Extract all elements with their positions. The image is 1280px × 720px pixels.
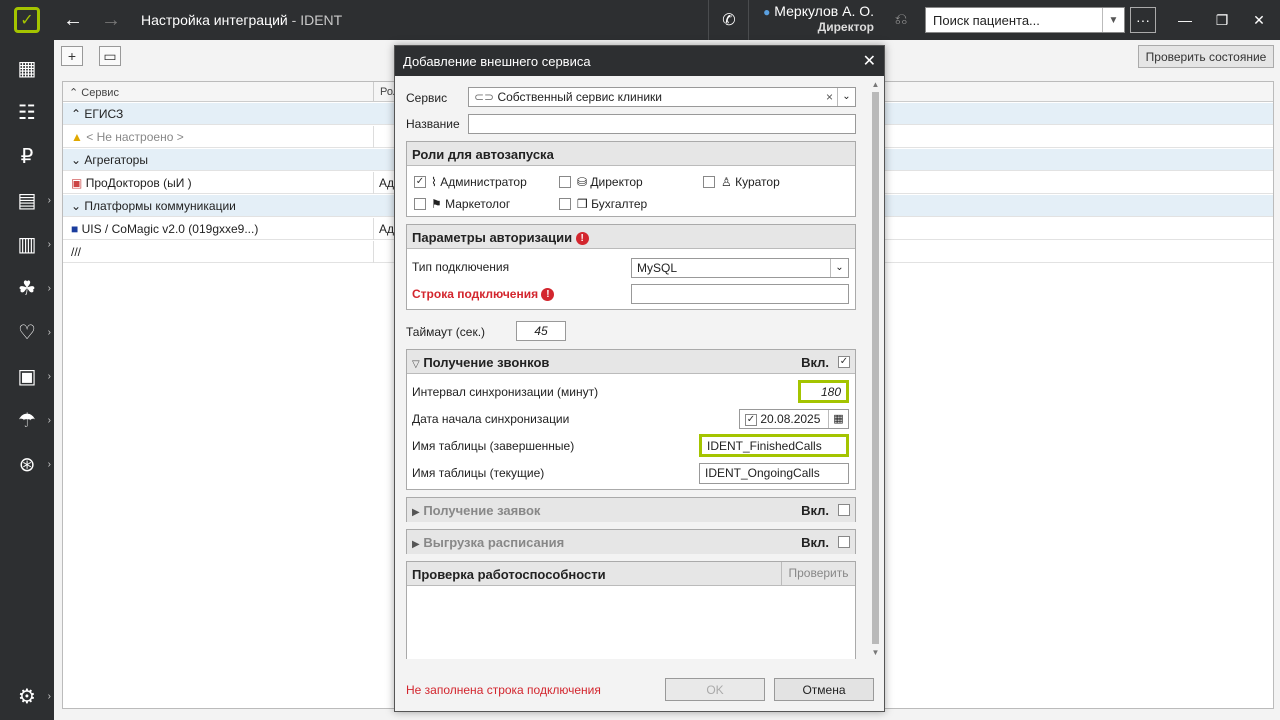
- inventory-icon[interactable]: ▣ ›: [0, 354, 54, 398]
- name-input[interactable]: [468, 114, 856, 134]
- patient-search-input[interactable]: Поиск пациента... ▼: [925, 7, 1125, 33]
- calendar-icon[interactable]: ▦: [828, 410, 848, 428]
- tasks-icon[interactable]: ☷: [0, 90, 54, 134]
- tooth-icon[interactable]: ♡ ›: [0, 310, 54, 354]
- health-panel: Проверка работоспособности Проверить: [406, 561, 856, 659]
- collapse-icon[interactable]: ▽: [412, 359, 420, 370]
- name-label: Название: [406, 117, 460, 131]
- role-accountant-label: ❒ Бухгалтер: [577, 197, 648, 211]
- archive-icon[interactable]: ▭: [99, 46, 121, 66]
- clear-icon[interactable]: ×: [826, 90, 833, 104]
- finished-table-label: Имя таблицы (завершенные): [412, 439, 575, 453]
- role-director-label: ⛁ Директор: [577, 175, 643, 189]
- schedule-enabled-checkbox[interactable]: [838, 536, 850, 548]
- uis-icon: ■: [71, 222, 79, 236]
- sidebar: ▦ ☷ ₽ ▤ › ▥ › ☘ › ♡ › ▣ › ☂ › ⊛ › ⚙ ›: [0, 40, 54, 720]
- requests-enabled-checkbox[interactable]: [838, 504, 850, 516]
- error-message: Не заполнена строка подключения: [406, 683, 601, 697]
- warning-icon: ▲: [71, 130, 83, 144]
- role-marketer-label: ⚑ Маркетолог: [431, 197, 511, 211]
- service-select[interactable]: ⊂⊃ Собственный сервис клиники × ⌄: [468, 87, 856, 107]
- divider: [708, 0, 709, 40]
- more-button[interactable]: ···: [1130, 7, 1156, 33]
- schedule-panel: ▶ Выгрузка расписания Вкл.: [406, 529, 856, 554]
- reports-icon[interactable]: ▥ ›: [0, 222, 54, 266]
- app-logo-icon[interactable]: ✓: [0, 0, 54, 40]
- user-icon: ●: [763, 5, 771, 19]
- column-header-service[interactable]: ⌃ Сервис: [69, 86, 119, 99]
- settings-gear-icon[interactable]: ⚙ ›: [0, 674, 54, 718]
- history-icon[interactable]: ⎌: [882, 0, 920, 40]
- start-date-checkbox[interactable]: ✓: [745, 413, 757, 426]
- chevron-down-icon[interactable]: ⌄: [837, 88, 855, 106]
- divider: [748, 0, 749, 40]
- role-director-checkbox[interactable]: [559, 176, 571, 188]
- ongoing-table-label: Имя таблицы (текущие): [412, 466, 545, 480]
- scroll-thumb[interactable]: [872, 92, 879, 644]
- roles-panel: Роли для автозапуска ✓ ⌇ Администратор ⛁…: [406, 141, 856, 217]
- back-arrow-icon[interactable]: ←: [54, 0, 92, 40]
- chevron-down-icon[interactable]: ▼: [1102, 8, 1124, 32]
- cancel-button[interactable]: Отмена: [774, 678, 874, 701]
- close-icon[interactable]: ✕: [863, 51, 876, 71]
- payments-icon[interactable]: ⊛ ›: [0, 442, 54, 486]
- interval-label: Интервал синхронизации (минут): [412, 385, 599, 399]
- forward-arrow-icon[interactable]: →: [92, 0, 130, 40]
- finished-table-input[interactable]: IDENT_FinishedCalls: [699, 434, 849, 457]
- scroll-up-icon[interactable]: ▲: [871, 80, 880, 90]
- title-bar: ✓ ← → Настройка интеграций - IDENT ✆ ● М…: [0, 0, 1280, 40]
- add-button[interactable]: +: [61, 46, 83, 66]
- check-state-button[interactable]: Проверить состояние: [1138, 45, 1274, 68]
- calls-enabled-checkbox[interactable]: ✓: [838, 356, 850, 368]
- role-curator-checkbox[interactable]: [703, 176, 715, 188]
- service-label: Сервис: [406, 91, 448, 105]
- scroll-down-icon[interactable]: ▼: [871, 648, 880, 658]
- expand-icon[interactable]: ▶: [412, 539, 420, 550]
- ongoing-table-input[interactable]: IDENT_OngoingCalls: [699, 463, 849, 484]
- auth-panel: Параметры авторизации ! Тип подключения …: [406, 224, 856, 310]
- staff-icon[interactable]: ☘ ›: [0, 266, 54, 310]
- start-date-picker[interactable]: ✓ 20.08.2025 ▦: [739, 409, 849, 429]
- role-accountant-checkbox[interactable]: [559, 198, 571, 210]
- close-window-icon[interactable]: ✕: [1240, 0, 1278, 40]
- interval-input[interactable]: 180: [798, 380, 849, 403]
- prodoctorov-icon: ▣: [71, 176, 83, 190]
- phone-icon[interactable]: ✆: [710, 0, 748, 40]
- conn-type-select[interactable]: MySQL ⌄: [631, 258, 849, 278]
- health-check-button[interactable]: Проверить: [781, 562, 855, 585]
- requests-panel: ▶ Получение заявок Вкл.: [406, 497, 856, 522]
- role-admin-checkbox[interactable]: ✓: [414, 176, 426, 188]
- start-date-label: Дата начала синхронизации: [412, 412, 570, 426]
- role-marketer-checkbox[interactable]: [414, 198, 426, 210]
- expand-icon[interactable]: ▶: [412, 507, 420, 518]
- schedule-icon[interactable]: ▦: [0, 46, 54, 90]
- timeout-input[interactable]: 45: [516, 321, 566, 341]
- chevron-down-icon[interactable]: ⌄: [830, 259, 848, 277]
- calls-panel: ▽ Получение звонков Вкл. ✓ Интервал синх…: [406, 349, 856, 490]
- error-icon: !: [541, 288, 555, 302]
- finance-icon[interactable]: ₽: [0, 134, 54, 178]
- ok-button[interactable]: OK: [665, 678, 765, 701]
- timeout-label: Таймаут (сек.): [406, 325, 486, 339]
- conn-type-label: Тип подключения: [412, 260, 510, 274]
- dialog-scrollbar[interactable]: ▲ ▼: [871, 80, 880, 660]
- minimize-icon[interactable]: —: [1166, 0, 1204, 40]
- conn-string-label: Строка подключения !: [412, 287, 555, 302]
- error-icon: !: [575, 232, 589, 246]
- window-title: Настройка интеграций - IDENT: [141, 12, 343, 28]
- role-admin-label: ⌇ Администратор: [431, 175, 527, 189]
- documents-icon[interactable]: ▤ ›: [0, 178, 54, 222]
- role-curator-label: ♙ Куратор: [721, 175, 780, 189]
- user-info[interactable]: ● Меркулов А. О. Директор: [752, 3, 874, 34]
- link-icon: ⊂⊃: [474, 90, 495, 104]
- conn-string-input[interactable]: [631, 284, 849, 304]
- dialog-header: Добавление внешнего сервиса ✕: [395, 46, 884, 76]
- restore-icon[interactable]: ❐: [1203, 0, 1241, 40]
- insurance-icon[interactable]: ☂ ›: [0, 398, 54, 442]
- add-service-dialog: Добавление внешнего сервиса ✕ Сервис ⊂⊃ …: [394, 45, 885, 712]
